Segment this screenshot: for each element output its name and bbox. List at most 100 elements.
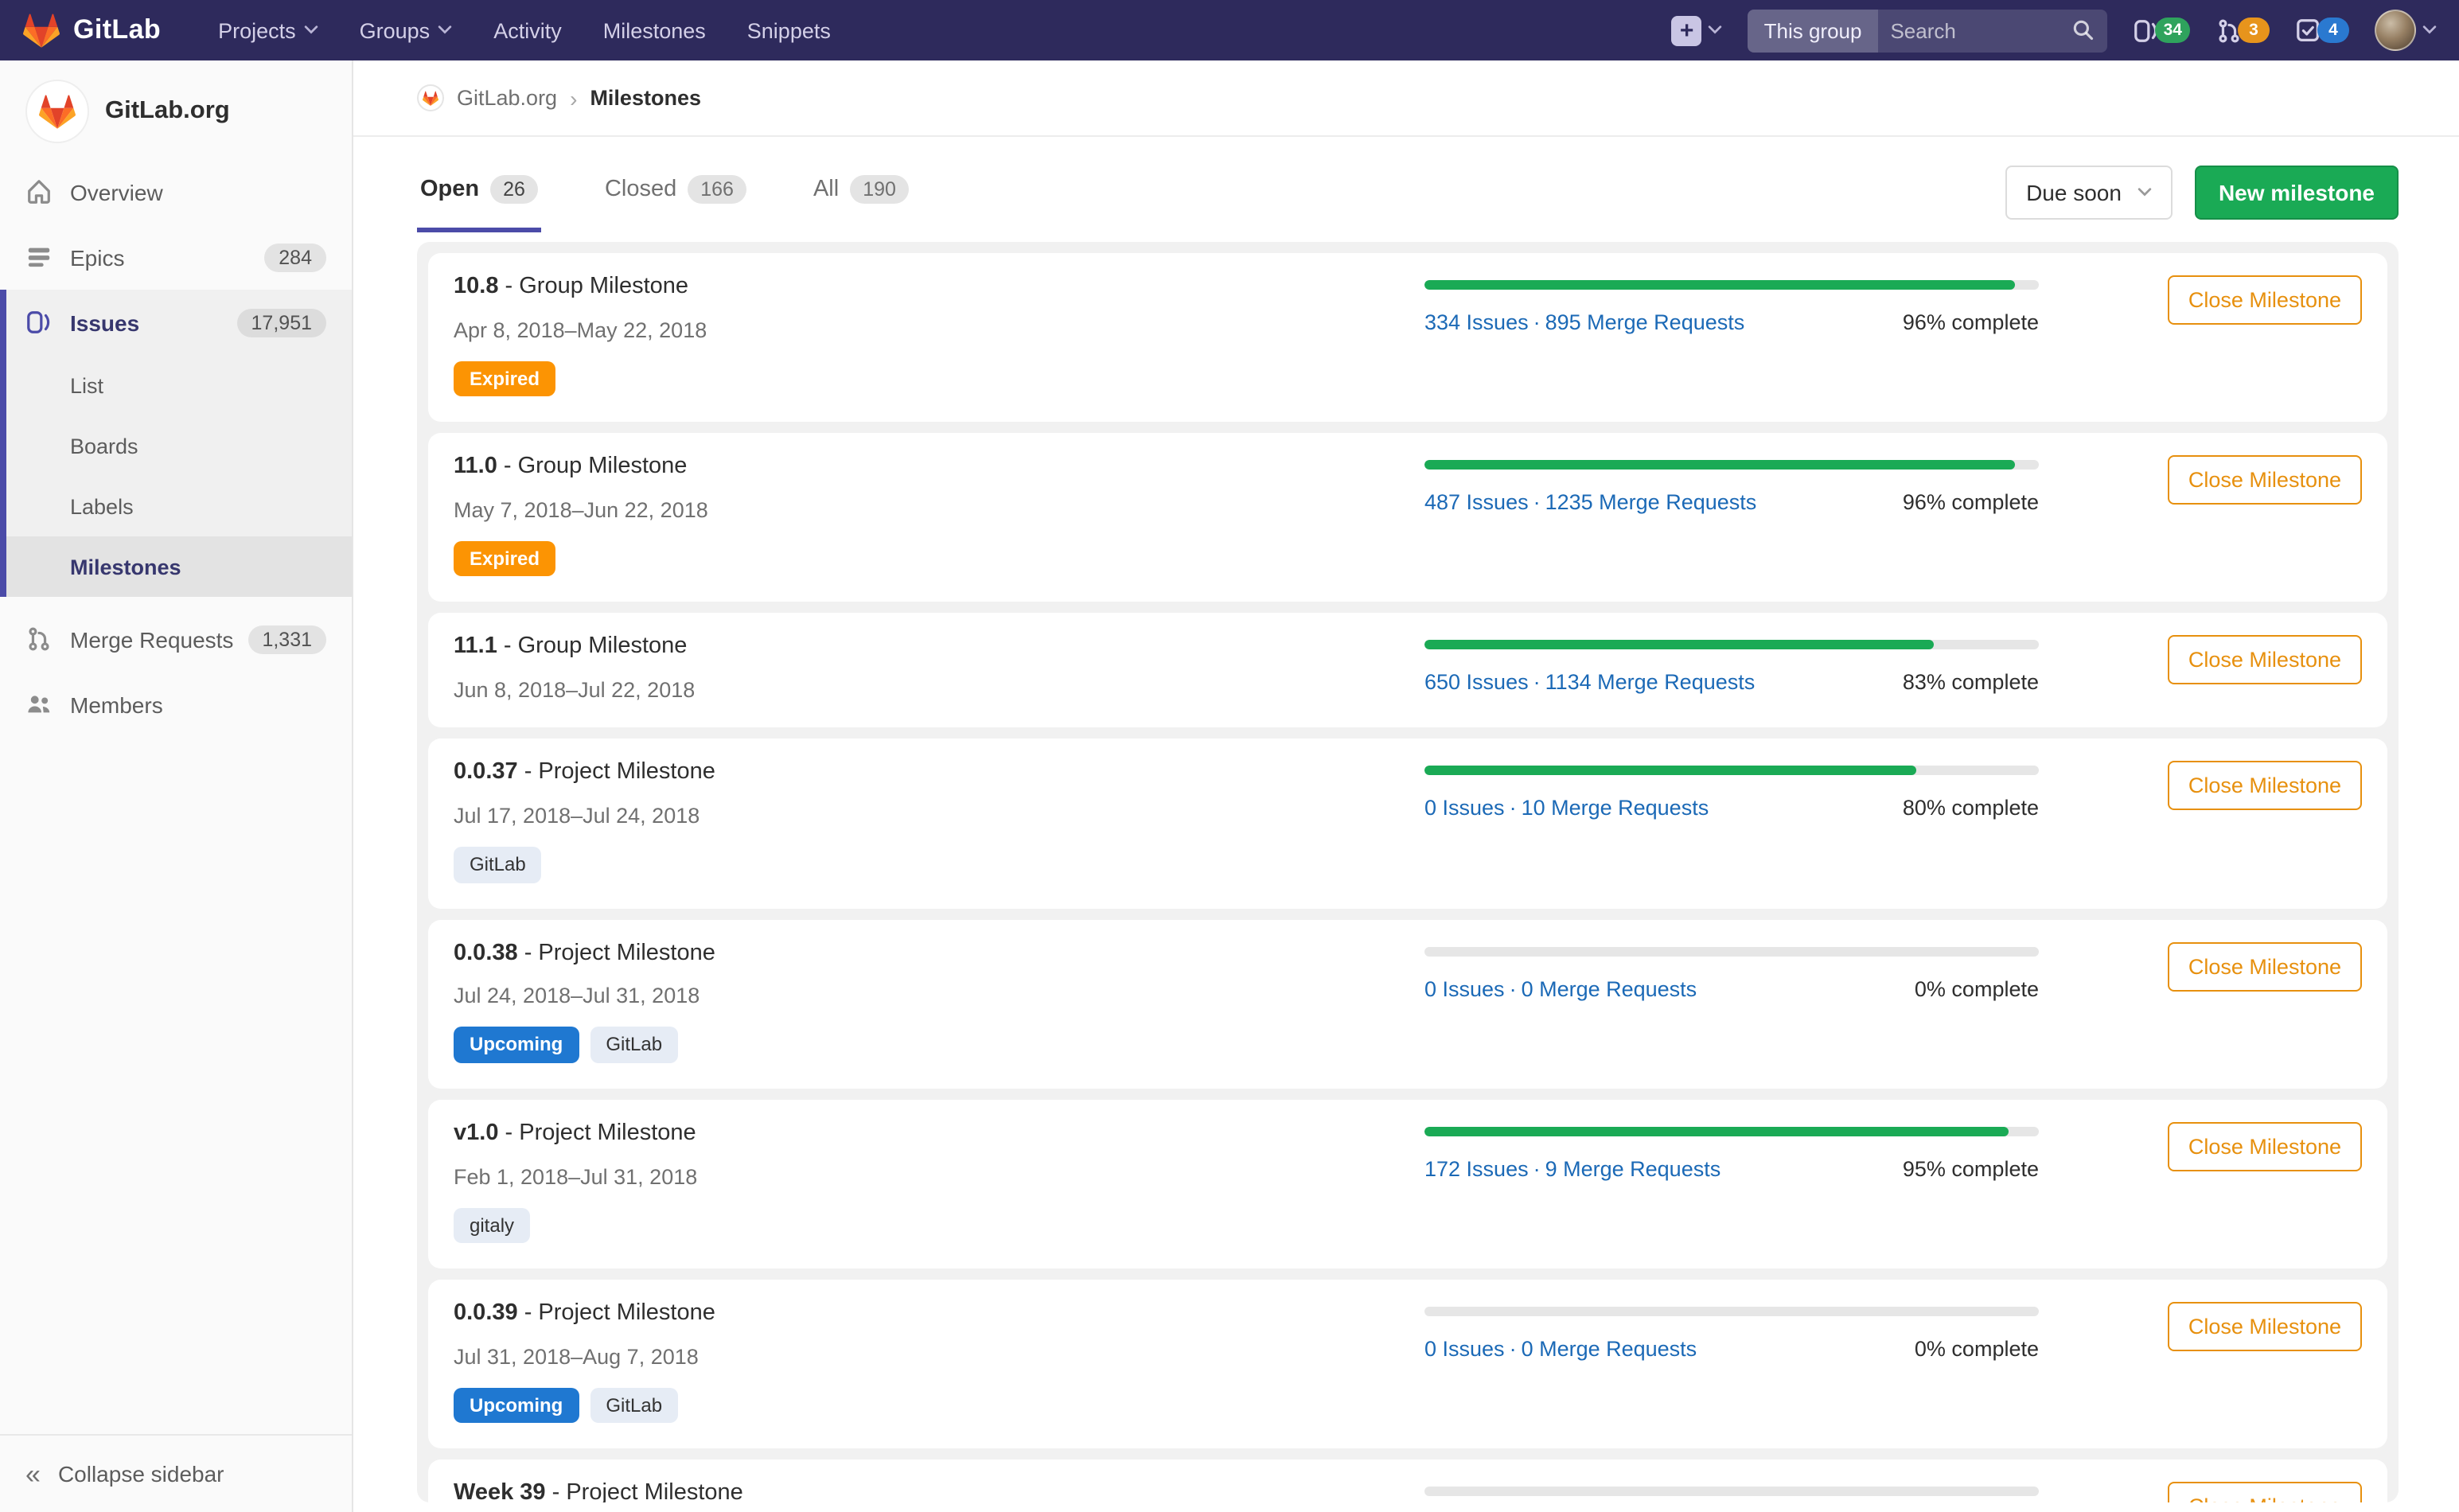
percent-complete: 96% complete [1903,310,2039,334]
gitlab-app: GitLab Projects Groups Activity Mileston… [0,0,2459,1512]
links-separator: · [1529,1157,1545,1181]
percent-complete: 83% complete [1903,671,2039,695]
merge-requests-link[interactable]: 10 Merge Requests [1522,797,1709,820]
sidebar-item-milestones[interactable]: Milestones [6,536,352,597]
sidebar-item-overview[interactable]: Overview [0,159,352,224]
collapse-label: Collapse sidebar [58,1461,224,1487]
merge-requests-link[interactable]: 9 Merge Requests [1545,1157,1721,1181]
nav-groups[interactable]: Groups [360,18,453,42]
sidebar-item-label: Merge Requests [70,626,233,652]
close-milestone-button[interactable]: Close Milestone [2168,1483,2362,1503]
gitlab-logo[interactable]: GitLab [22,12,161,49]
issues-link[interactable]: 0 Issues [1424,976,1505,1000]
milestone-row: 0.0.37 - Project Milestone Jul 17, 2018–… [428,739,2387,908]
issues-count-badge: 17,951 [237,308,326,337]
milestone-badge-expired: Expired [454,361,555,397]
sidebar-item-epics[interactable]: Epics 284 [0,224,352,290]
milestone-title[interactable]: 10.8 - Group Milestone [454,272,1424,302]
progress-bar [1424,460,2039,470]
close-milestone-button[interactable]: Close Milestone [2168,941,2362,991]
links-separator: · [1505,1337,1522,1361]
issues-counter[interactable]: 34 [2134,17,2190,44]
sidebar-item-boards[interactable]: Boards [6,415,352,476]
sidebar-item-members[interactable]: Members [0,672,352,737]
mr-count-badge: 1,331 [247,625,326,653]
milestone-row: 0.0.38 - Project Milestone Jul 24, 2018–… [428,919,2387,1088]
milestone-title[interactable]: Week 39 - Project Milestone [454,1479,1424,1503]
milestone-links: 487 Issues·1235 Merge Requests [1424,490,1756,514]
tab-closed[interactable]: Closed 166 [602,153,750,232]
toolbar: Due soon New milestone [2005,166,2399,220]
user-menu[interactable] [2375,10,2437,51]
merge-requests-link[interactable]: 895 Merge Requests [1545,310,1745,334]
new-milestone-button[interactable]: New milestone [2195,166,2399,220]
nav-milestones[interactable]: Milestones [603,18,706,42]
epics-icon [25,244,53,271]
brand-name: GitLab [73,14,161,46]
milestone-name: 0.0.39 [454,1300,518,1326]
issues-link[interactable]: 172 Issues [1424,1157,1529,1181]
nav-projects[interactable]: Projects [218,18,318,42]
milestone-title[interactable]: 0.0.38 - Project Milestone [454,938,1424,968]
sidebar-item-list[interactable]: List [6,355,352,415]
close-milestone-button[interactable]: Close Milestone [2168,455,2362,505]
home-icon [25,178,53,205]
sidebar-item-label: Members [70,692,163,717]
percent-complete: 0% complete [1915,976,2039,1000]
chevron-down-icon [304,25,318,35]
close-milestone-button[interactable]: Close Milestone [2168,1122,2362,1171]
issues-link[interactable]: 487 Issues [1424,490,1529,514]
links-separator: · [1529,671,1545,695]
milestone-stats: 0 Issues·0 Merge Requests 0% complete [1424,1337,2039,1361]
merge-requests-counter[interactable]: 3 [2215,17,2270,44]
collapse-sidebar-button[interactable]: « Collapse sidebar [0,1434,352,1512]
sort-dropdown[interactable]: Due soon [2005,166,2173,220]
milestone-actions: Close Milestone [2039,633,2362,685]
milestone-badge-expired: Expired [454,541,555,577]
milestone-actions: Close Milestone [2039,1299,2362,1351]
merge-requests-link[interactable]: 1134 Merge Requests [1545,671,1756,695]
new-dropdown-button[interactable]: + [1672,15,1723,45]
close-milestone-button[interactable]: Close Milestone [2168,636,2362,685]
sidebar-item-label: Issues [70,310,139,335]
search-bar[interactable]: This group [1748,9,2108,52]
sidebar-item-merge-requests[interactable]: Merge Requests 1,331 [0,606,352,672]
milestone-dates: Jul 17, 2018–Jul 24, 2018 [454,804,1424,828]
milestone-title[interactable]: 0.0.39 - Project Milestone [454,1299,1424,1329]
sidebar-item-labels[interactable]: Labels [6,476,352,536]
sidebar-item-label: Overview [70,179,163,205]
milestone-badges: UpcomingGitLab [454,1027,1424,1063]
merge-request-icon [25,625,53,653]
milestone-title[interactable]: v1.0 - Project Milestone [454,1119,1424,1149]
milestone-links: 334 Issues·895 Merge Requests [1424,310,1744,334]
issues-link[interactable]: 0 Issues [1424,1337,1505,1361]
nav-activity[interactable]: Activity [493,18,562,42]
search-input[interactable] [1877,18,2072,42]
merge-requests-link[interactable]: 0 Merge Requests [1522,1337,1697,1361]
milestone-badge-upcoming: Upcoming [454,1027,579,1063]
milestone-stats: 650 Issues·1134 Merge Requests 83% compl… [1424,671,2039,695]
tab-all[interactable]: All 190 [810,153,912,232]
milestone-title[interactable]: 0.0.37 - Project Milestone [454,758,1424,789]
percent-complete: 80% complete [1903,797,2039,820]
merge-requests-link[interactable]: 1235 Merge Requests [1545,490,1757,514]
todos-counter[interactable]: 4 [2295,17,2349,44]
tab-closed-count: 166 [688,175,746,204]
close-milestone-button[interactable]: Close Milestone [2168,275,2362,325]
main-content: GitLab.org › Milestones Open 26 Closed 1… [353,60,2459,1512]
merge-requests-link[interactable]: 0 Merge Requests [1522,976,1697,1000]
breadcrumb-group-link[interactable]: GitLab.org [457,86,557,110]
issues-link[interactable]: 0 Issues [1424,797,1505,820]
group-context[interactable]: GitLab.org [0,60,352,159]
milestone-title[interactable]: 11.1 - Group Milestone [454,633,1424,663]
issues-link[interactable]: 334 Issues [1424,310,1529,334]
nav-snippets[interactable]: Snippets [747,18,831,42]
close-milestone-button[interactable]: Close Milestone [2168,1302,2362,1351]
issues-link[interactable]: 650 Issues [1424,671,1529,695]
close-milestone-button[interactable]: Close Milestone [2168,762,2362,811]
tab-open[interactable]: Open 26 [417,153,541,232]
milestone-name: Week 39 [454,1481,546,1503]
milestone-title[interactable]: 11.0 - Group Milestone [454,452,1424,482]
sidebar-item-issues[interactable]: Issues 17,951 [6,290,352,355]
progress-bar [1424,1307,2039,1316]
